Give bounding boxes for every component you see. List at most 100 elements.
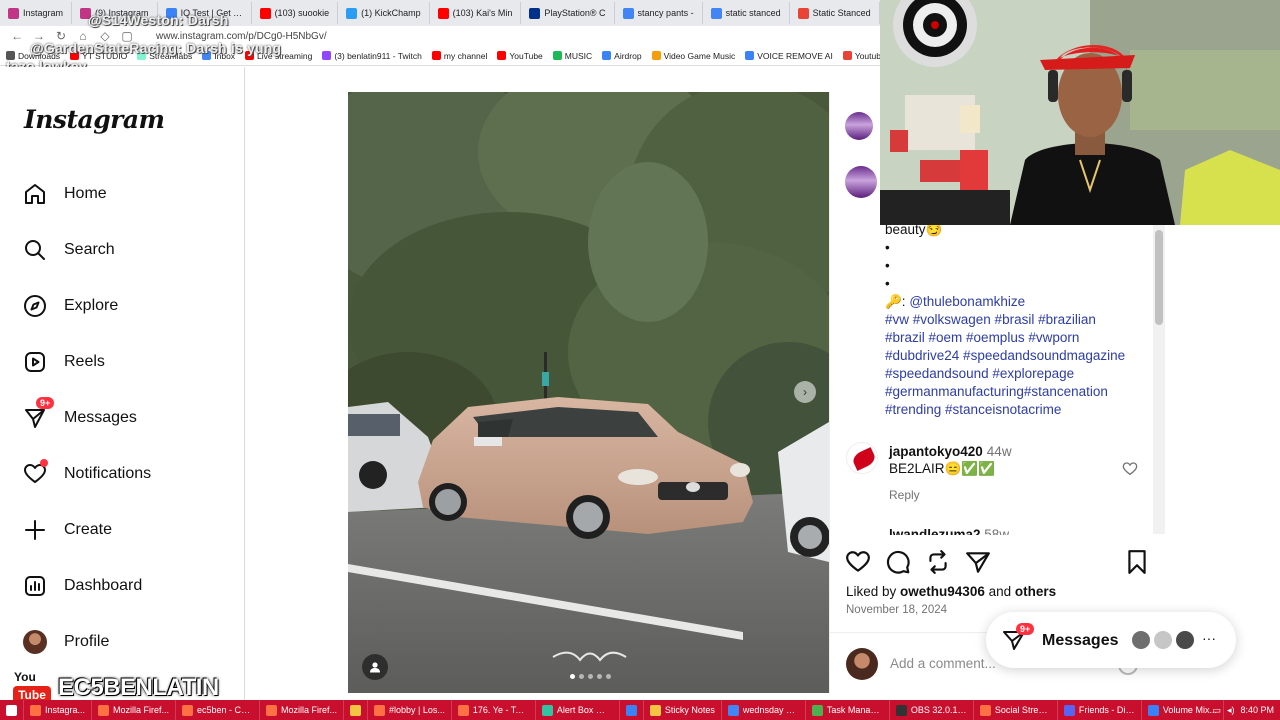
taskbar-app-icon xyxy=(979,704,991,716)
taskbar-item-label: Mozilla Firef... xyxy=(281,705,338,715)
volume-icon[interactable]: ◂) xyxy=(1227,705,1235,716)
bookmark-favicon-icon xyxy=(602,51,612,60)
sidebar-item-profile[interactable]: Profile xyxy=(22,629,109,655)
sidebar-item-messages[interactable]: 9+ Messages xyxy=(22,397,137,431)
next-comment-user[interactable]: lwandlezuma2 xyxy=(889,527,981,535)
commenter-username[interactable]: japantokyo420 xyxy=(889,444,983,459)
messages-floating-button[interactable]: 9+ Messages ··· xyxy=(986,612,1236,668)
bookmark-item[interactable]: Video Game Music xyxy=(651,51,735,61)
start-button[interactable] xyxy=(0,700,24,720)
comment-icon[interactable] xyxy=(885,549,911,575)
save-icon[interactable] xyxy=(1124,549,1150,575)
caption-bullet: • xyxy=(885,276,890,291)
more-icon: ··· xyxy=(1202,630,1216,646)
sidebar-item-search[interactable]: Search xyxy=(22,237,115,263)
clock[interactable]: 8:40 PM xyxy=(1240,705,1274,715)
taskbar-item[interactable]: Mozilla Firef... xyxy=(92,700,177,720)
taskbar-item[interactable]: 176. Ye - Top... xyxy=(452,700,536,720)
taskbar-item[interactable] xyxy=(620,700,644,720)
home-icon xyxy=(22,181,48,207)
browser-tab[interactable]: static stanced xyxy=(703,2,790,24)
add-comment-input[interactable]: Add a comment... xyxy=(890,656,996,671)
taskbar-item[interactable]: wednsday st... xyxy=(722,700,806,720)
browser-tab[interactable]: (1) KickChamp xyxy=(338,2,430,24)
taskbar-item[interactable]: Alert Box Wi... xyxy=(536,700,620,720)
carousel-next-button[interactable]: › xyxy=(794,381,816,403)
taskbar-item-label: wednsday st... xyxy=(742,705,799,715)
hashtag-line[interactable]: #vw #volkswagen #brasil #brazilian xyxy=(885,311,1155,329)
taskbar-item[interactable]: Friends - Dis... xyxy=(1058,700,1142,720)
taskbar-item[interactable]: Mozilla Firef... xyxy=(260,700,345,720)
taskbar-item[interactable]: Social Strea... xyxy=(974,700,1058,720)
sidebar-item-notifications[interactable]: Notifications xyxy=(22,459,152,487)
bookmark-item[interactable]: Youtube to MP3 & MP... xyxy=(842,51,880,61)
tab-label: (103) Kai's Min xyxy=(452,8,513,18)
taskbar-app-icon xyxy=(457,704,469,716)
tagged-users-button[interactable] xyxy=(362,654,388,680)
liked-by-text: Liked by owethu94306 and others xyxy=(846,584,1056,599)
share-icon[interactable] xyxy=(965,549,991,575)
liked-by-user[interactable]: owethu94306 xyxy=(900,584,985,599)
bookmark-item[interactable]: my channel xyxy=(431,51,487,61)
sidebar-item-label: Notifications xyxy=(64,465,152,482)
browser-tab[interactable]: Static Stanced xyxy=(790,2,880,24)
browser-tab[interactable]: PlayStation® C xyxy=(521,2,615,24)
bookmark-item[interactable]: (3) benlatin911 - Twitch xyxy=(322,51,422,61)
sidebar-item-label: Create xyxy=(64,521,113,538)
bookmark-favicon-icon xyxy=(745,51,755,60)
sidebar-item-label: Reels xyxy=(64,353,105,370)
taskbar-item[interactable]: ec5ben - Ch... xyxy=(176,700,261,720)
sidebar-item-label: Explore xyxy=(64,297,119,314)
compass-icon xyxy=(22,293,48,319)
sidebar-item-label: Profile xyxy=(64,633,110,650)
commenter-avatar[interactable] xyxy=(846,442,878,474)
reply-button[interactable]: Reply xyxy=(889,488,920,502)
hashtag-line[interactable]: #brazil #oem #oemplus #vwporn xyxy=(885,329,1155,347)
network-icon[interactable]: ▭ xyxy=(1212,705,1221,716)
bookmark-favicon-icon xyxy=(842,51,852,60)
scrollbar-thumb[interactable] xyxy=(1155,230,1163,325)
sidebar-item-home[interactable]: Home xyxy=(22,181,107,207)
bookmark-label: VOICE REMOVE AI xyxy=(757,50,833,61)
sidebar-item-reels[interactable]: Reels xyxy=(22,349,105,375)
sidebar-item-dashboard[interactable]: Dashboard xyxy=(22,573,142,599)
taskbar-item[interactable]: #lobby | Los... xyxy=(368,700,452,720)
bookmark-item[interactable]: VOICE REMOVE AI xyxy=(745,51,833,61)
taskbar-item[interactable]: Task Manager xyxy=(806,700,890,720)
bookmark-item[interactable]: YouTube xyxy=(497,51,543,61)
sidebar-item-create[interactable]: Create xyxy=(22,517,112,543)
back-icon[interactable]: ← xyxy=(10,29,24,43)
instagram-logo[interactable]: Instagram xyxy=(24,105,165,134)
browser-tab[interactable]: stancy pants - xyxy=(615,2,703,24)
browser-tab[interactable]: (103) Kai's Min xyxy=(430,2,522,24)
taskbar-app-icon xyxy=(98,704,110,716)
hashtag-line[interactable]: #trending #stanceisnotacrime xyxy=(885,401,1155,419)
sidebar-item-label: Messages xyxy=(64,409,137,426)
browser-tab[interactable]: (103) suookie xyxy=(252,2,339,24)
hashtag-line[interactable]: #speedandsound #explorepage xyxy=(885,365,1155,383)
browser-tab[interactable]: Instagram xyxy=(0,2,73,24)
comments-scrollbar[interactable] xyxy=(1153,224,1165,534)
taskbar-item[interactable]: Sticky Notes xyxy=(644,700,722,720)
like-icon[interactable] xyxy=(845,549,871,575)
taskbar-app-icon xyxy=(30,704,41,716)
hashtag-line[interactable]: #dubdrive24 #speedandsoundmagazine xyxy=(885,347,1155,365)
caption-author-avatar[interactable] xyxy=(845,166,877,198)
taskbar-item-label: Sticky Notes xyxy=(664,705,715,715)
taskbar-item[interactable] xyxy=(344,700,369,720)
repost-icon[interactable] xyxy=(925,549,951,575)
credit-user-link[interactable]: @thulebonamkhize xyxy=(909,294,1025,309)
key-emoji: 🔑: xyxy=(885,294,910,309)
taskbar-item[interactable]: Instagra... xyxy=(24,700,93,720)
taskbar-item[interactable]: OBS 32.0.1 - ... xyxy=(890,700,974,720)
hashtag-line[interactable]: #germanmanufacturing#stancenation xyxy=(885,383,1155,401)
bookmark-item[interactable]: MUSIC xyxy=(552,51,592,61)
author-avatar[interactable] xyxy=(845,112,873,140)
bookmark-item[interactable]: Airdrop xyxy=(602,51,642,61)
post-image[interactable] xyxy=(348,92,829,693)
notification-dot xyxy=(40,459,48,467)
sidebar-item-explore[interactable]: Explore xyxy=(22,293,118,319)
liked-by-others[interactable]: others xyxy=(1015,584,1056,599)
windows-icon xyxy=(6,704,17,716)
comment-like-icon[interactable] xyxy=(1122,461,1138,477)
